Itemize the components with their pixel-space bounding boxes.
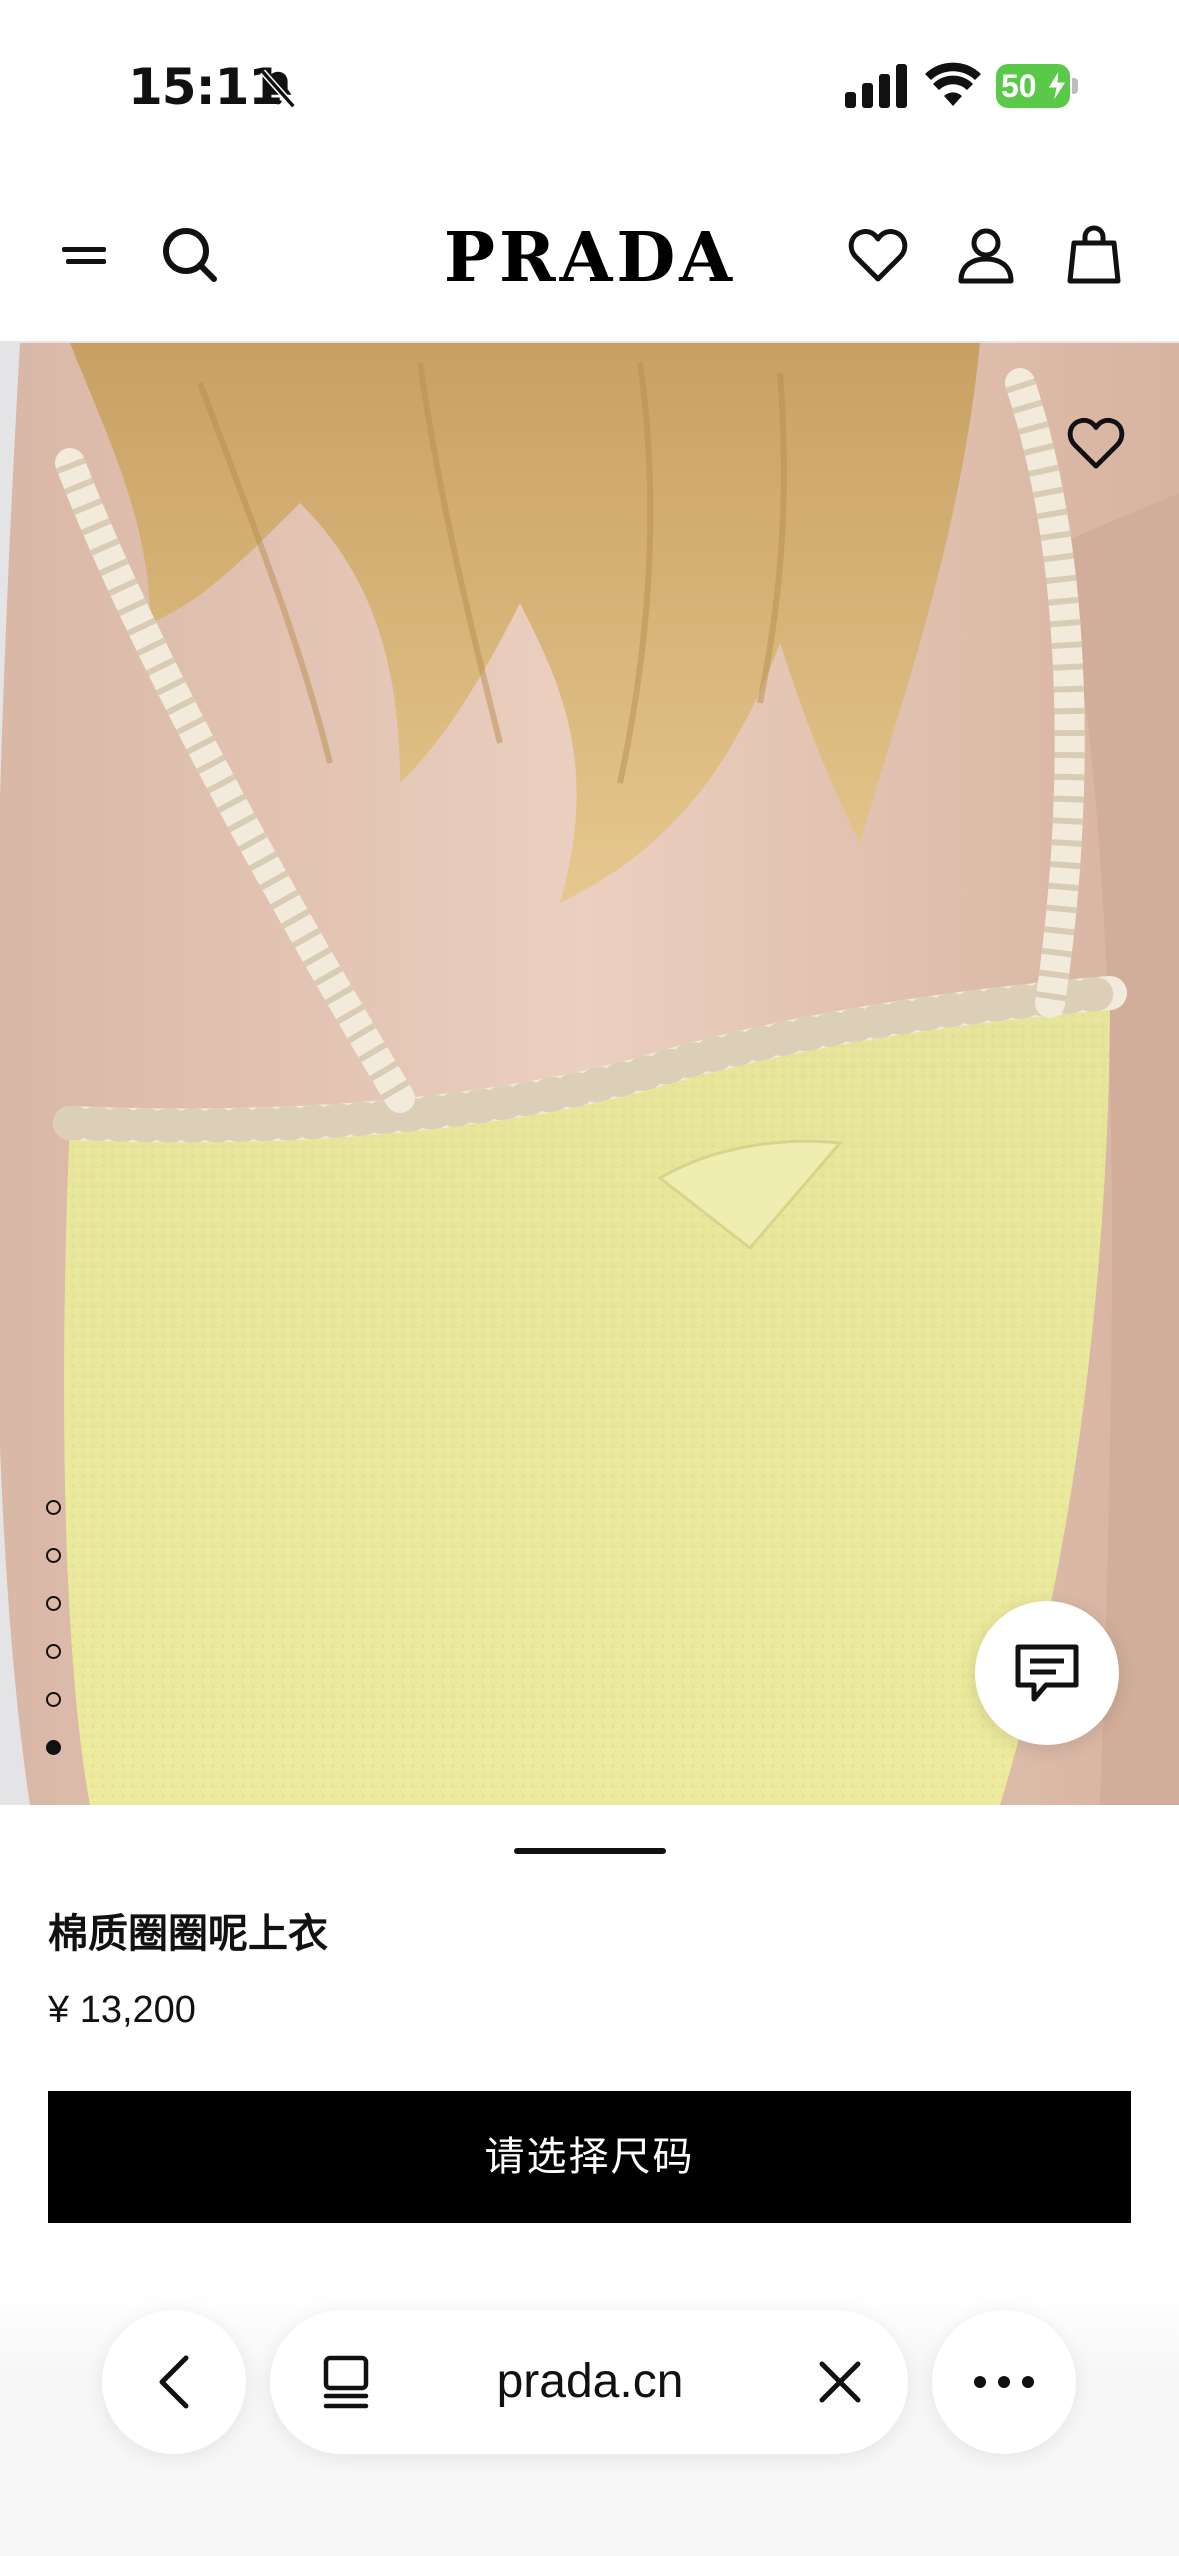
menu-button[interactable]	[44, 215, 124, 295]
gallery-pagination	[46, 1500, 68, 1788]
sheet-grabber[interactable]	[514, 1848, 666, 1854]
gallery-dot[interactable]	[46, 1644, 61, 1659]
select-size-button[interactable]: 请选择尺码	[48, 2091, 1131, 2223]
product-name: 棉质圈圈呢上衣	[48, 1911, 328, 1957]
menu-icon	[62, 247, 106, 264]
account-icon	[958, 228, 1014, 284]
battery-tip	[1072, 78, 1078, 94]
close-icon[interactable]	[808, 2350, 872, 2414]
product-photo	[0, 343, 1179, 1805]
gallery-dot-active[interactable]	[46, 1740, 61, 1755]
product-image-gallery[interactable]	[0, 343, 1179, 1805]
shopping-bag-icon	[1067, 225, 1121, 284]
chat-icon	[1015, 1644, 1079, 1702]
cellular-signal-icon	[845, 64, 907, 108]
gallery-dot[interactable]	[46, 1596, 61, 1611]
battery-indicator: 50	[996, 64, 1078, 108]
more-button[interactable]	[932, 2310, 1076, 2454]
more-icon	[974, 2376, 1034, 2388]
heart-icon	[848, 229, 908, 282]
product-price: ¥ 13,200	[48, 1989, 196, 2031]
bell-slash-icon	[260, 69, 296, 109]
chevron-left-icon	[159, 2355, 189, 2409]
image-wishlist-button[interactable]	[1056, 403, 1136, 483]
browser-toolbar: prada.cn	[0, 2290, 1179, 2556]
search-button[interactable]	[150, 215, 230, 295]
account-button[interactable]	[946, 215, 1026, 295]
battery-charging-icon	[1047, 70, 1067, 102]
gallery-dot[interactable]	[46, 1500, 61, 1515]
wifi-icon	[925, 62, 981, 106]
url-text[interactable]: prada.cn	[400, 2310, 780, 2454]
bag-button[interactable]	[1054, 215, 1134, 295]
search-icon	[163, 228, 217, 282]
site-header: PRADA	[0, 175, 1179, 343]
chat-button[interactable]	[975, 1601, 1119, 1745]
brand-logo[interactable]: PRADA	[380, 213, 800, 303]
status-bar: 15:11 50	[0, 0, 1179, 175]
address-bar[interactable]: prada.cn	[270, 2310, 908, 2454]
gallery-dot[interactable]	[46, 1692, 61, 1707]
back-button[interactable]	[102, 2310, 246, 2454]
wishlist-button[interactable]	[838, 215, 918, 295]
tabs-icon[interactable]	[316, 2350, 380, 2414]
gallery-dot[interactable]	[46, 1548, 61, 1563]
heart-icon	[1067, 417, 1125, 469]
